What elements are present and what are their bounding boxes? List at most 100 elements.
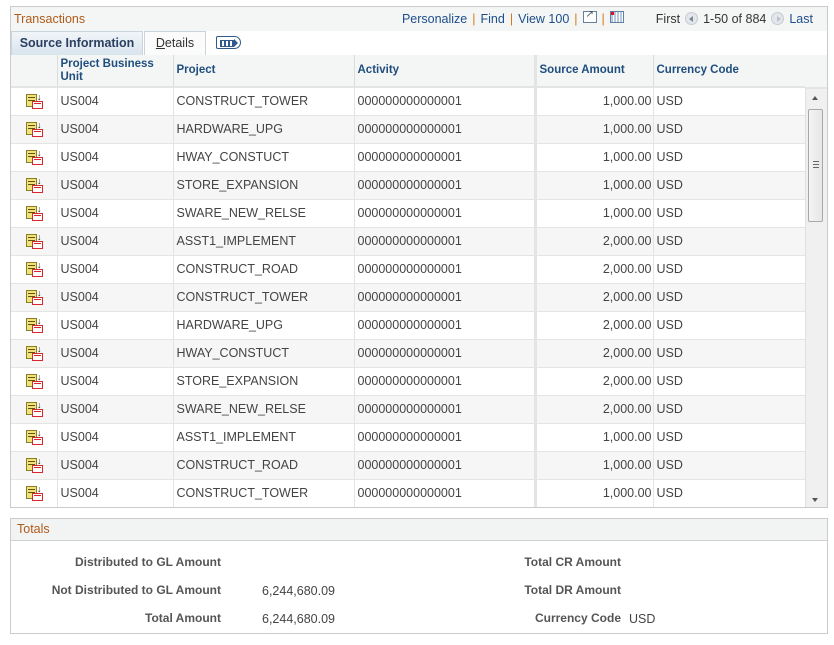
table-row: ↓ US004 HWAY_CONSTUCT 000000000000001 1,000.… bbox=[11, 143, 806, 172]
grid-title: Transactions bbox=[14, 12, 86, 26]
project-business-unit-cell: US004 bbox=[57, 367, 174, 396]
view-accounting-entries-icon[interactable]: ↓ bbox=[26, 428, 44, 446]
row-icon-cell: ↓ bbox=[11, 115, 58, 144]
view-accounting-entries-icon[interactable]: ↓ bbox=[26, 372, 44, 390]
project-business-unit-cell: US004 bbox=[57, 255, 174, 284]
project-business-unit-cell: US004 bbox=[57, 395, 174, 424]
view-accounting-entries-icon[interactable]: ↓ bbox=[26, 176, 44, 194]
activity-cell: 000000000000001 bbox=[354, 171, 537, 200]
view-accounting-entries-icon[interactable]: ↓ bbox=[26, 260, 44, 278]
view-accounting-entries-icon[interactable]: ↓ bbox=[26, 400, 44, 418]
scrollbar-thumb[interactable] bbox=[808, 109, 823, 222]
view-accounting-entries-icon[interactable]: ↓ bbox=[26, 204, 44, 222]
activity-cell: 000000000000001 bbox=[354, 255, 537, 284]
view-accounting-entries-icon[interactable]: ↓ bbox=[26, 148, 44, 166]
grid-header-bar: Transactions Personalize | Find | View 1… bbox=[11, 7, 827, 31]
row-icon-cell: ↓ bbox=[11, 143, 58, 172]
scroll-down-arrow-icon[interactable] bbox=[812, 498, 818, 502]
next-arrow-icon[interactable] bbox=[771, 11, 785, 25]
row-icon-cell: ↓ bbox=[11, 339, 58, 368]
column-header-project[interactable]: Project bbox=[173, 55, 355, 88]
table-row: ↓ US004 ASST1_IMPLEMENT 000000000000001 2,00… bbox=[11, 227, 806, 256]
header-corner bbox=[805, 55, 827, 89]
activity-cell: 000000000000001 bbox=[354, 143, 537, 172]
total-amount-label: Total Amount bbox=[145, 611, 221, 625]
transactions-grid: Transactions Personalize | Find | View 1… bbox=[10, 6, 828, 508]
separator: | bbox=[472, 12, 476, 26]
last-link[interactable]: Last bbox=[789, 12, 813, 26]
project-cell: STORE_EXPANSION bbox=[173, 171, 355, 200]
project-business-unit-cell: US004 bbox=[57, 339, 174, 368]
row-icon-cell: ↓ bbox=[11, 395, 58, 424]
scroll-up-arrow-icon[interactable] bbox=[812, 96, 818, 100]
currency-code-cell: USD bbox=[653, 395, 806, 424]
total-cr-amount-label: Total CR Amount bbox=[524, 555, 621, 569]
currency-code-cell: USD bbox=[653, 367, 806, 396]
source-amount-cell: 2,000.00 bbox=[535, 283, 654, 312]
view-accounting-entries-icon[interactable]: ↓ bbox=[26, 92, 44, 110]
vertical-scrollbar[interactable] bbox=[805, 89, 827, 507]
table-row: ↓ US004 CONSTRUCT_TOWER 000000000000001 1,00… bbox=[11, 479, 806, 507]
tab-source-information[interactable]: Source Information bbox=[11, 31, 143, 55]
source-amount-cell: 1,000.00 bbox=[535, 115, 654, 144]
column-header-source-amount[interactable]: Source Amount bbox=[535, 55, 654, 88]
view-accounting-entries-icon[interactable]: ↓ bbox=[26, 288, 44, 306]
column-header-activity[interactable]: Activity bbox=[354, 55, 537, 88]
source-amount-cell: 2,000.00 bbox=[535, 311, 654, 340]
column-header-currency-code[interactable]: Currency Code bbox=[653, 55, 806, 88]
view-accounting-entries-icon[interactable]: ↓ bbox=[26, 344, 44, 362]
project-cell: HARDWARE_UPG bbox=[173, 115, 355, 144]
tab-details[interactable]: Details bbox=[144, 31, 206, 55]
column-header-project-business-unit[interactable]: Project Business Unit bbox=[57, 55, 174, 88]
table-row: ↓ US004 SWARE_NEW_RELSE 000000000000001 1,00… bbox=[11, 199, 806, 228]
source-amount-cell: 1,000.00 bbox=[535, 171, 654, 200]
tab-details-label: etails bbox=[164, 36, 195, 50]
row-icon-cell: ↓ bbox=[11, 367, 58, 396]
source-amount-cell: 1,000.00 bbox=[535, 87, 654, 116]
view-accounting-entries-icon[interactable]: ↓ bbox=[26, 484, 44, 502]
view-accounting-entries-icon[interactable]: ↓ bbox=[26, 316, 44, 334]
currency-code-label: Currency Code bbox=[534, 611, 621, 625]
separator: | bbox=[509, 12, 514, 26]
download-spreadsheet-icon[interactable] bbox=[609, 11, 624, 23]
project-cell: HWAY_CONSTUCT bbox=[173, 143, 355, 172]
view-accounting-entries-icon[interactable]: ↓ bbox=[26, 232, 44, 250]
currency-code-cell: USD bbox=[653, 143, 806, 172]
activity-cell: 000000000000001 bbox=[354, 115, 537, 144]
activity-cell: 000000000000001 bbox=[354, 199, 537, 228]
show-all-columns-icon[interactable] bbox=[216, 36, 241, 49]
project-business-unit-cell: US004 bbox=[57, 115, 174, 144]
new-window-icon[interactable] bbox=[582, 9, 597, 23]
source-amount-cell: 1,000.00 bbox=[535, 143, 654, 172]
currency-code-cell: USD bbox=[653, 87, 806, 116]
grid-tabs: Source Information Details bbox=[11, 31, 827, 79]
row-icon-cell: ↓ bbox=[11, 479, 58, 507]
activity-cell: 000000000000001 bbox=[354, 479, 537, 507]
transactions-table: Project Business Unit Project Activity S… bbox=[11, 55, 806, 507]
project-cell: HARDWARE_UPG bbox=[173, 311, 355, 340]
find-link[interactable]: Find bbox=[481, 12, 505, 26]
table-row: ↓ US004 SWARE_NEW_RELSE 000000000000001 2,00… bbox=[11, 395, 806, 424]
row-icon-cell: ↓ bbox=[11, 423, 58, 452]
activity-cell: 000000000000001 bbox=[354, 227, 537, 256]
project-cell: ASST1_IMPLEMENT bbox=[173, 423, 355, 452]
separator: | bbox=[574, 12, 578, 26]
personalize-link[interactable]: Personalize bbox=[402, 12, 467, 26]
table-row: ↓ US004 STORE_EXPANSION 000000000000001 2,00… bbox=[11, 367, 806, 396]
row-icon-cell: ↓ bbox=[11, 87, 58, 116]
activity-cell: 000000000000001 bbox=[354, 395, 537, 424]
table-row: ↓ US004 CONSTRUCT_TOWER 000000000000001 1,00… bbox=[11, 87, 806, 116]
view-accounting-entries-icon[interactable]: ↓ bbox=[26, 456, 44, 474]
row-icon-cell: ↓ bbox=[11, 255, 58, 284]
currency-code-cell: USD bbox=[653, 227, 806, 256]
table-row: ↓ US004 HARDWARE_UPG 000000000000001 1,000.0… bbox=[11, 115, 806, 144]
view-accounting-entries-icon[interactable]: ↓ bbox=[26, 120, 44, 138]
table-body: ↓ US004 CONSTRUCT_TOWER 000000000000001 1,00… bbox=[11, 87, 806, 507]
distributed-to-gl-label: Distributed to GL Amount bbox=[75, 555, 221, 569]
totals-title: Totals bbox=[17, 522, 50, 536]
view-100-link[interactable]: View 100 bbox=[518, 12, 569, 26]
activity-cell: 000000000000001 bbox=[354, 339, 537, 368]
activity-cell: 000000000000001 bbox=[354, 367, 537, 396]
project-business-unit-cell: US004 bbox=[57, 451, 174, 480]
previous-arrow-icon[interactable] bbox=[685, 11, 699, 25]
